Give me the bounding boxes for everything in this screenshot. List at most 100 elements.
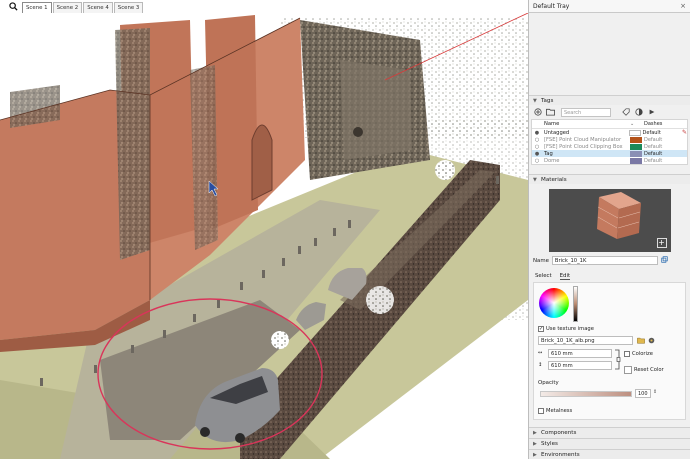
tag-color-swatch[interactable]: [628, 129, 641, 136]
tags-table: Name ⌄ Dashes ● Untagged Default ✎ ○ [FS…: [531, 119, 688, 165]
use-texture-checkbox[interactable]: ✓: [538, 326, 544, 332]
material-editor: ✓ Use texture image Brick_10_1K_alb.png …: [533, 282, 686, 420]
eye-hidden-icon[interactable]: ○: [532, 137, 542, 143]
tag-name: Tag: [544, 150, 553, 157]
use-texture-label: Use texture image: [546, 326, 594, 332]
opacity-label: Opacity: [538, 380, 559, 386]
tag-dashes[interactable]: Default: [644, 137, 684, 143]
height-arrow-icon: ↕: [538, 362, 543, 368]
tag-color-swatch[interactable]: [630, 150, 642, 157]
chevron-down-icon: ▼: [533, 97, 537, 104]
pencil-icon: ✎: [681, 129, 687, 136]
color-wheel[interactable]: [539, 288, 569, 318]
texture-file-input[interactable]: Brick_10_1K_alb.png: [538, 336, 633, 345]
name-column-header[interactable]: Name: [542, 121, 630, 127]
reset-color-button[interactable]: [624, 366, 632, 374]
tags-section-header[interactable]: ▼ Tags: [529, 95, 690, 105]
environments-section-header[interactable]: ▶ Environments: [529, 449, 690, 459]
colorize-label: Colorize: [632, 351, 653, 357]
colorize-row: Colorize: [624, 351, 653, 357]
eye-hidden-icon[interactable]: ○: [532, 144, 542, 150]
tag-name: Untagged: [543, 129, 570, 136]
materials-section-header[interactable]: ▼ Materials: [529, 174, 690, 184]
add-material-button[interactable]: +: [656, 238, 667, 248]
add-tag-icon[interactable]: [533, 108, 542, 117]
width-arrow-icon: ↔: [538, 350, 543, 356]
scene-tab-1[interactable]: Scene 1: [22, 2, 52, 13]
material-name-input[interactable]: Brick_10_1K: [551, 256, 658, 265]
eye-hidden-icon[interactable]: ○: [532, 158, 542, 164]
chevron-right-icon: ▶: [533, 430, 537, 436]
scene-tab-4[interactable]: Scene 4: [83, 2, 113, 13]
material-name-row: Name Brick_10_1K: [533, 256, 686, 265]
environments-section-label: Environments: [541, 452, 580, 458]
components-section-header[interactable]: ▶ Components: [529, 427, 690, 438]
tray-title: Default Tray: [533, 2, 570, 10]
colorize-checkbox[interactable]: [624, 351, 630, 357]
materials-panel: + Name Brick_10_1K Select Edit ✓ Use tex…: [529, 184, 690, 423]
tag-row[interactable]: ○ [FSE] Point Cloud Manipulator Default: [532, 136, 687, 143]
scene-tabs-bar: Scene 1 Scene 2 Scene 4 Scene 3: [0, 0, 528, 13]
chevron-right-icon: ▶: [533, 441, 537, 447]
metalness-label: Metalness: [546, 408, 573, 414]
material-subtabs: Select Edit: [533, 273, 686, 280]
scene-tab-2[interactable]: Scene 2: [52, 2, 83, 13]
tags-section-label: Tags: [541, 97, 554, 104]
export-texture-icon[interactable]: [648, 337, 655, 346]
details-arrow-icon[interactable]: [647, 108, 656, 117]
tag-name: Dome: [544, 157, 560, 164]
link-aspect-icon[interactable]: [614, 349, 621, 372]
eye-icon[interactable]: ●: [532, 151, 542, 157]
tag-dashes[interactable]: Default: [644, 158, 684, 164]
tag-row[interactable]: ○ [FSE] Point Cloud Clipping Box Default: [532, 143, 687, 150]
tag-search-input[interactable]: Search: [561, 107, 611, 117]
brick-cube-preview: [596, 192, 641, 239]
default-tray: Default Tray × ▼ Tags Search Name ⌄ Dash…: [528, 0, 690, 459]
tag-dashes[interactable]: Default: [643, 130, 682, 136]
add-tag-folder-icon[interactable]: [546, 108, 555, 117]
sketchup-window: Scene 1 Scene 2 Scene 4 Scene 3 Default …: [0, 0, 690, 459]
material-preview: +: [548, 189, 671, 252]
components-section-label: Components: [541, 430, 577, 436]
tag-tool-icon[interactable]: [621, 108, 630, 117]
tray-title-bar: Default Tray ×: [529, 0, 690, 13]
tag-row[interactable]: ○ Dome Default: [532, 157, 687, 164]
tag-row-selected[interactable]: ● Tag Default: [532, 150, 687, 157]
tags-table-header: Name ⌄ Dashes: [532, 120, 687, 129]
search-icon[interactable]: [4, 0, 22, 13]
styles-section-label: Styles: [541, 441, 558, 447]
opacity-value-input[interactable]: 100: [635, 389, 651, 398]
tag-dashes[interactable]: Default: [644, 151, 684, 157]
tag-name: [FSE] Point Cloud Manipulator: [544, 136, 622, 143]
dashes-column-header[interactable]: Dashes: [644, 121, 684, 127]
tag-color-swatch[interactable]: [630, 143, 642, 150]
name-label: Name: [533, 257, 549, 264]
tag-color-swatch[interactable]: [630, 157, 642, 164]
texture-width-input[interactable]: 610 mm: [548, 349, 612, 358]
model-viewport[interactable]: Scene 1 Scene 2 Scene 4 Scene 3: [0, 0, 528, 459]
tab-select[interactable]: Select: [535, 273, 552, 280]
tag-row[interactable]: ● Untagged Default ✎: [532, 129, 687, 136]
tag-dashes[interactable]: Default: [644, 144, 684, 150]
reset-color-row: Reset Color: [624, 366, 664, 374]
materials-section-label: Materials: [541, 176, 567, 183]
texture-height-input[interactable]: 610 mm: [548, 361, 612, 370]
spinner-icon[interactable]: ⇕: [653, 389, 657, 395]
metalness-row: Metalness: [538, 408, 572, 414]
styles-section-header[interactable]: ▶ Styles: [529, 438, 690, 449]
tab-edit[interactable]: Edit: [559, 273, 571, 280]
browse-folder-icon[interactable]: [637, 337, 645, 346]
scene-tab-3[interactable]: Scene 3: [113, 2, 144, 13]
opacity-slider[interactable]: [540, 391, 632, 397]
brightness-slider[interactable]: [573, 286, 578, 322]
collapsed-sections: ▶ Components ▶ Styles ▶ Environments: [529, 427, 690, 459]
tag-color-swatch[interactable]: [630, 136, 642, 143]
color-by-tag-icon[interactable]: [634, 108, 643, 117]
tray-blank-area: [529, 13, 690, 95]
eye-icon[interactable]: ●: [532, 130, 542, 136]
close-icon[interactable]: ×: [680, 2, 686, 10]
reset-color-label[interactable]: Reset Color: [634, 367, 664, 373]
metalness-checkbox[interactable]: [538, 408, 544, 414]
point-cloud-scene[interactable]: [0, 13, 528, 459]
duplicate-material-icon[interactable]: [661, 256, 668, 265]
